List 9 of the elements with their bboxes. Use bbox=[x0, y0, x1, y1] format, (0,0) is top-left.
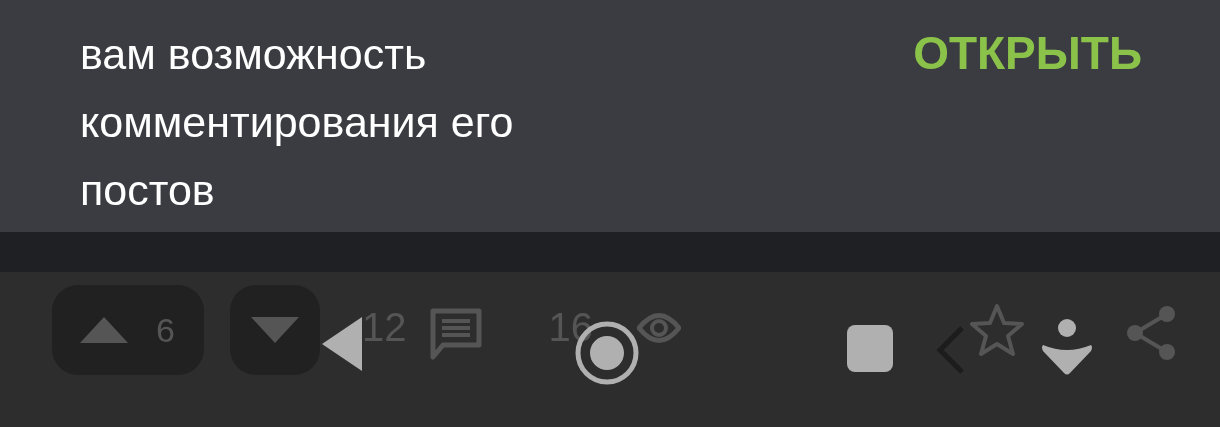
star-icon[interactable] bbox=[969, 303, 1025, 357]
down-triangle-icon bbox=[251, 317, 299, 343]
person-arrow-icon[interactable] bbox=[1040, 319, 1094, 375]
back-triangle-icon[interactable] bbox=[320, 315, 364, 373]
snackbar-message: вам возможность комментирования его постов bbox=[80, 29, 514, 216]
comment-icon bbox=[428, 307, 483, 361]
open-button[interactable]: ОТКРЫТЬ bbox=[913, 30, 1142, 76]
recents-square-icon[interactable] bbox=[847, 325, 893, 372]
up-triangle-icon bbox=[80, 317, 128, 343]
